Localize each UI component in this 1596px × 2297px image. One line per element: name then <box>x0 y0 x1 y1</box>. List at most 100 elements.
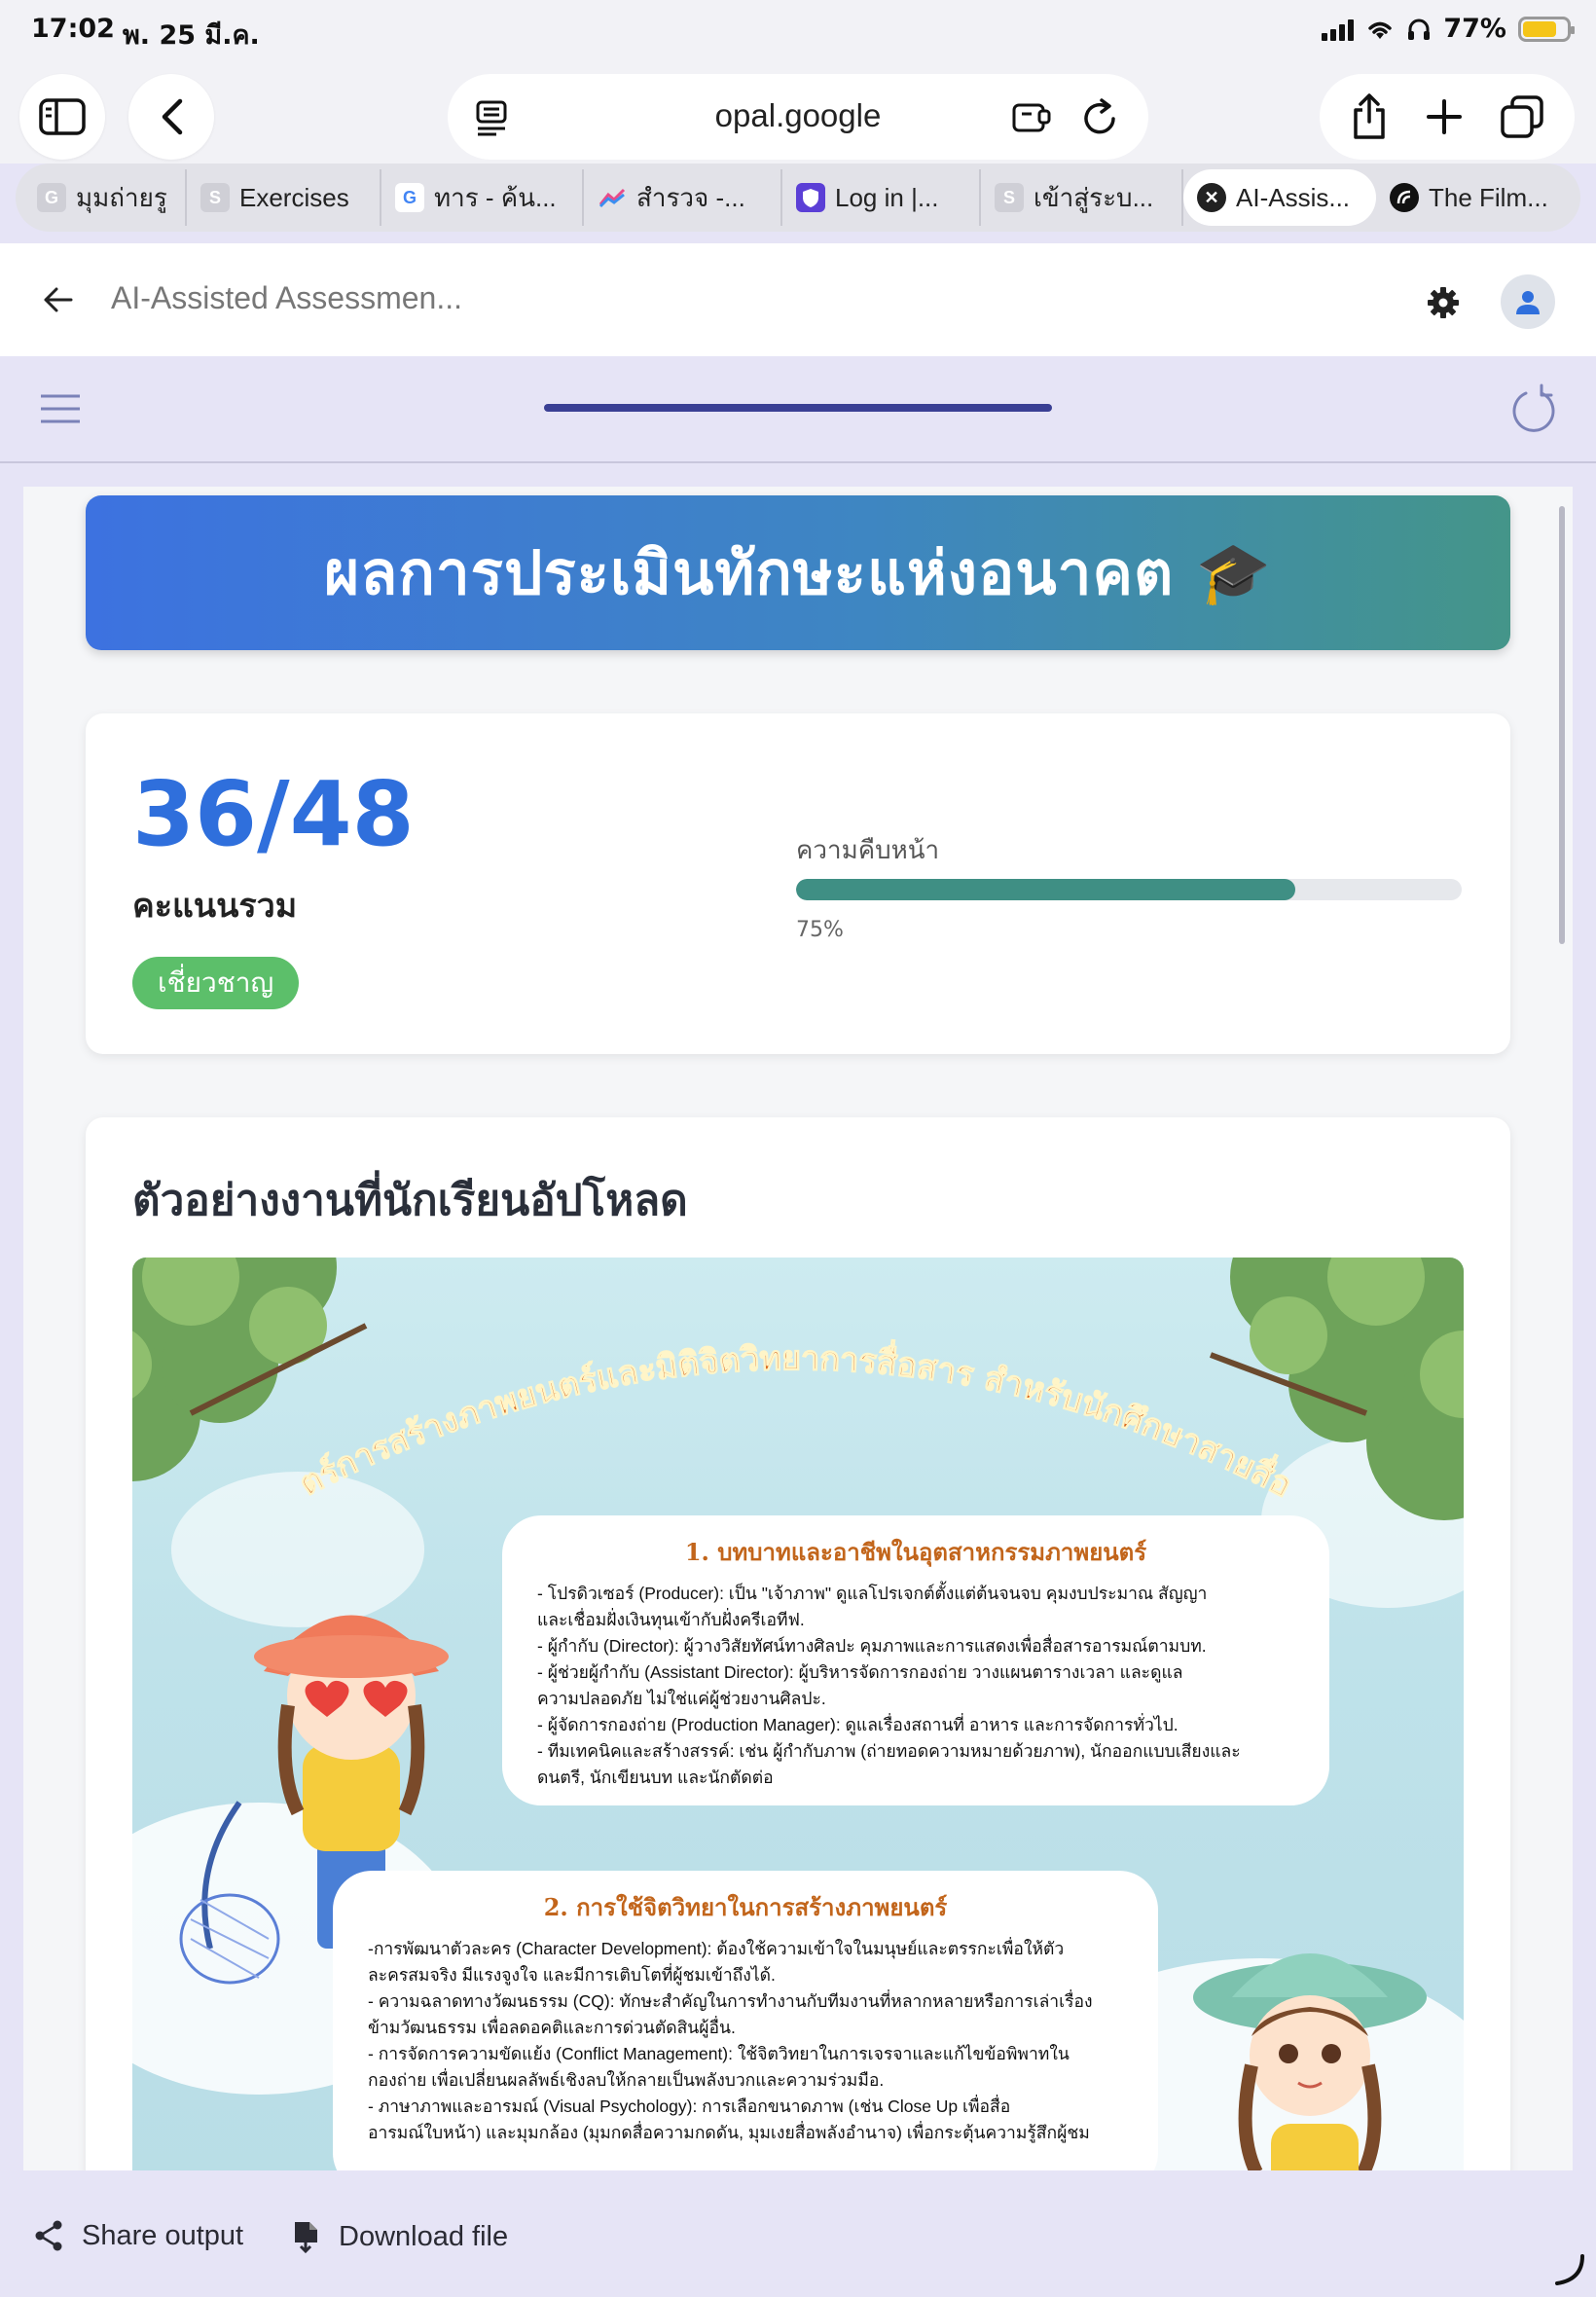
tab-label: ทาร - ค้น... <box>434 182 557 212</box>
tab-label: Log in |... <box>835 182 939 212</box>
poster-headline: ศาสตร์การสร้างภาพยนตร์และมิติจิตวิทยาการ… <box>210 1277 1298 1506</box>
close-tab-icon: ✕ <box>1197 183 1226 212</box>
gear-icon[interactable] <box>1427 286 1460 319</box>
new-tab-icon[interactable] <box>1425 97 1464 136</box>
section-2-body: -การพัฒนาตัวละคร (Character Development)… <box>368 1936 1123 2146</box>
back-button[interactable] <box>128 74 214 160</box>
tab-6[interactable]: S เข้าสู่ระบ... <box>981 169 1183 226</box>
poster-text-line: - ทีมเทคนิคและสร้างสรรค์: เช่น ผู้กำกับภ… <box>537 1741 1241 1761</box>
status-date: พ. 25 มี.ค. <box>123 20 260 51</box>
share-output-button[interactable]: Share output <box>33 2219 243 2252</box>
battery-level <box>1523 20 1556 37</box>
girl-illustration-right <box>1193 1953 1427 2170</box>
app-header: AI-Assisted Assessmen... <box>0 243 1596 356</box>
poster-section-2: 2. การใช้จิตวิทยาในการสร้างภาพยนตร์ -การ… <box>333 1871 1158 2170</box>
poster-text-line: - ภาษาภาพและอารมณ์ (Visual Psychology): … <box>368 2096 1011 2116</box>
film-favicon-icon <box>1390 183 1419 212</box>
level-badge: เชี่ยวชาญ <box>132 957 300 1009</box>
extension-icon[interactable] <box>1010 97 1053 136</box>
user-icon <box>1516 291 1540 314</box>
poster-text-line: ความปลอดภัย ไม่ใช่แค่ผู้ช่วยงานศิลปะ. <box>537 1689 826 1708</box>
poster-text-line: อารมณ์ใบหน้า) และมุมกล้อง (มุมกดสื่อความ… <box>368 2123 1090 2142</box>
app-title: AI-Assisted Assessmen... <box>111 280 463 315</box>
score-card: 36/48 คะแนนรวม เชี่ยวชาญ ความคืบหน้า 75% <box>86 713 1510 1054</box>
wifi-icon <box>1368 21 1393 39</box>
svg-text:ศาสตร์การสร้างภาพยนตร์และมิติจ: ศาสตร์การสร้างภาพยนตร์และมิติจิตวิทยาการ… <box>210 1277 1298 1506</box>
poster-text-line: -การพัฒนาตัวละคร (Character Development)… <box>368 1939 1065 1958</box>
address-bar[interactable]: opal.google <box>448 74 1148 160</box>
sidebar-toggle-button[interactable] <box>19 74 105 160</box>
tab-5[interactable]: Log in |... <box>782 169 981 226</box>
student-work-card: ตัวอย่างงานที่นักเรียนอัปโหลด ตร์การสร้า… <box>86 1117 1510 2170</box>
poster-text-line: - ผู้ช่วยผู้กำกับ (Assistant Director): … <box>537 1662 1183 1682</box>
share-icon[interactable] <box>1350 92 1389 141</box>
tab-1[interactable]: G มุมถ่ายรู <box>23 169 187 226</box>
work-title: ตัวอย่างงานที่นักเรียนอัปโหลด <box>132 1176 688 1225</box>
tab-7[interactable]: ✕ AI-Assis... <box>1183 169 1376 226</box>
progress-bar <box>796 879 1462 900</box>
student-poster[interactable]: ศาสตร์การสร้างภาพยนตร์และมิติจิตวิทยาการ… <box>132 1258 1464 2170</box>
poster-text-line: - ผู้กำกับ (Director): ผู้วางวิสัยทัศน์ท… <box>537 1636 1207 1656</box>
cellular-signal-icon <box>1322 18 1355 41</box>
banner-title: ผลการประเมินทักษะแห่งอนาคต 🎓 <box>323 536 1272 608</box>
headphones-icon <box>1408 18 1431 40</box>
site-favicon-icon: S <box>200 183 230 212</box>
tab-label: สำรวจ -... <box>636 182 745 212</box>
poster-text-line: และเชื่อมฝั่งเงินทุนเข้ากับฝั่งครีเอทีฟ. <box>537 1610 805 1629</box>
output-panel: ผลการประเมินทักษะแห่งอนาคต 🎓 36/48 คะแนน… <box>23 487 1573 2170</box>
status-bar: 17:02 พ. 25 มี.ค. 77% <box>0 0 1596 60</box>
progress-label: ความคืบหน้า <box>796 836 940 865</box>
restart-icon[interactable] <box>1508 383 1559 436</box>
resize-handle-icon[interactable] <box>1553 2252 1586 2287</box>
battery-percent: 77% <box>1443 14 1506 44</box>
shield-favicon-icon <box>796 183 825 212</box>
output-actions-bar: Share output Download file <box>0 2170 1596 2297</box>
chevron-left-icon <box>162 98 183 135</box>
progress-fill <box>796 879 1295 900</box>
reload-icon[interactable] <box>1080 97 1119 138</box>
battery-icon <box>1518 16 1575 42</box>
tab-label: The Film... <box>1429 182 1548 212</box>
avatar[interactable] <box>1501 274 1555 329</box>
tab-8[interactable]: The Film... <box>1376 169 1561 226</box>
tab-label: มุมถ่ายรู <box>76 182 167 212</box>
download-file-icon <box>295 2222 317 2254</box>
poster-text-line: กองถ่าย เพื่อเปลี่ยนผลลัพธ์เชิงลบให้กลาย… <box>368 2070 885 2090</box>
tab-bar: G มุมถ่ายรู S Exercises G ทาร - ค้น... สำรวจ -… <box>16 164 1580 232</box>
progress-percent: 75% <box>796 918 844 942</box>
share-nodes-icon <box>35 2220 62 2251</box>
google-favicon-icon: G <box>395 183 424 212</box>
scrollbar[interactable] <box>1559 506 1565 944</box>
tab-label: เข้าสู่ระบ... <box>1034 182 1154 212</box>
poster-text-line: ละครสมจริง มีแรงจูงใจ และมีการเติบโตที่ผ… <box>368 1965 776 1985</box>
browser-toolbar: opal.google <box>0 60 1596 164</box>
status-time: 17:02 <box>31 14 115 44</box>
google-favicon-icon: G <box>37 183 66 212</box>
toolbar-actions <box>1320 74 1575 160</box>
tab-label: Exercises <box>239 182 349 212</box>
poster-text-line: - โปรดิวเซอร์ (Producer): เป็น "เจ้าภาพ"… <box>537 1584 1208 1603</box>
download-file-label: Download file <box>339 2220 509 2252</box>
status-indicators: 77% <box>1322 14 1575 44</box>
section-1-body: - โปรดิวเซอร์ (Producer): เป็น "เจ้าภาพ"… <box>537 1581 1294 1791</box>
section-2-heading: 2. การใช้จิตวิทยาในการสร้างภาพยนตร์ <box>543 1893 948 1921</box>
tab-overview-icon[interactable] <box>1500 94 1544 139</box>
result-banner: ผลการประเมินทักษะแห่งอนาคต 🎓 <box>86 495 1510 650</box>
tab-2[interactable]: S Exercises <box>187 169 381 226</box>
tab-4[interactable]: สำรวจ -... <box>584 169 782 226</box>
app-toolbar <box>0 356 1596 463</box>
poster-text-line: - ผู้จัดการกองถ่าย (Production Manager):… <box>537 1715 1179 1734</box>
poster-section-1: 1. บทบาทและอาชีพในอุตสาหกรรมภาพยนตร์ - โ… <box>502 1515 1329 1805</box>
poster-text-line: - ความฉลาดทางวัฒนธรรม (CQ): ทักษะสำคัญใน… <box>368 1991 1093 2011</box>
download-file-button[interactable]: Download file <box>292 2219 508 2254</box>
total-score: 36/48 <box>132 762 415 866</box>
chart-favicon-icon <box>598 183 627 212</box>
poster-text-line: ดนตรี, นักเขียนบท และนักตัดต่อ <box>537 1768 774 1787</box>
share-output-label: Share output <box>82 2219 244 2251</box>
score-label: คะแนนรวม <box>132 887 298 926</box>
arrow-back-icon[interactable] <box>43 286 74 313</box>
site-favicon-icon: S <box>995 183 1024 212</box>
run-progress-indicator <box>544 404 1052 412</box>
tab-3[interactable]: G ทาร - ค้น... <box>381 169 584 226</box>
menu-icon[interactable] <box>39 393 82 424</box>
